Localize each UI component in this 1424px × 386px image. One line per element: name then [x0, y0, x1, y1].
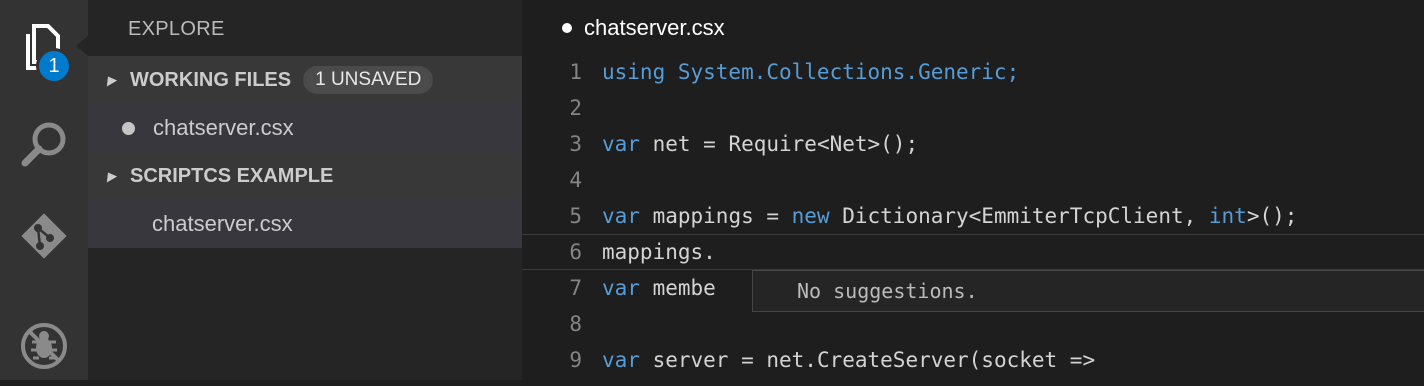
project-file-name: chatserver.csx	[152, 211, 293, 236]
line-text: var net = Require<Net>();	[602, 132, 918, 156]
collapse-triangle-icon	[102, 169, 118, 183]
keyword-token: var	[602, 204, 640, 228]
dirty-dot-icon	[562, 23, 572, 33]
keyword-token: var	[602, 276, 640, 300]
suggest-message: No suggestions.	[797, 279, 978, 303]
code-token: server = net.CreateServer(socket =>	[639, 348, 1096, 372]
line-number: 6	[569, 240, 582, 264]
code-token: Dictionary<EmmiterTcpClient,	[829, 204, 1209, 228]
working-file-item[interactable]: chatserver.csx	[88, 104, 522, 152]
active-indicator	[76, 36, 88, 56]
code-line[interactable]: 3 var net = Require<Net>();	[522, 126, 1424, 162]
editor: chatserver.csx 1 using System.Collections…	[522, 0, 1424, 380]
line-number: 2	[569, 96, 582, 120]
search-button[interactable]	[0, 104, 88, 184]
line-number: 9	[569, 348, 582, 372]
activity-bar: 1	[0, 0, 88, 380]
line-number: 4	[569, 168, 582, 192]
code-token: >();	[1246, 204, 1298, 228]
editor-tab-title: chatserver.csx	[584, 15, 725, 40]
code-line[interactable]: 5 var mappings = new Dictionary<EmmiterTc…	[522, 198, 1424, 234]
keyword-token: new	[791, 204, 830, 228]
code-token: membe	[639, 276, 716, 300]
working-files-header[interactable]: WORKING FILES 1 UNSAVED	[88, 56, 522, 104]
code-line[interactable]: 1 using System.Collections.Generic;	[522, 54, 1424, 90]
line-text: var mappings = new Dictionary<EmmiterTcp…	[602, 204, 1297, 228]
line-number: 5	[569, 204, 582, 228]
code-line[interactable]: 9 var server = net.CreateServer(socket =>	[522, 342, 1424, 378]
explorer-badge: 1	[36, 48, 72, 84]
line-text: var server = net.CreateServer(socket =>	[602, 348, 1095, 372]
keyword-token: int	[1208, 204, 1247, 228]
line-text: var membe	[602, 276, 716, 300]
keyword-token: var	[602, 132, 640, 156]
code-line[interactable]: 4	[522, 162, 1424, 198]
project-header[interactable]: SCRIPTCS EXAMPLE	[88, 152, 522, 200]
line-text: using System.Collections.Generic;	[602, 60, 1019, 84]
code-token: net = Require<Net>();	[639, 132, 919, 156]
collapse-triangle-icon	[102, 73, 118, 87]
suggest-widget: No suggestions.	[752, 270, 1424, 312]
code-token: mappings =	[639, 204, 792, 228]
explorer-sidebar: EXPLORE WORKING FILES 1 UNSAVED chatserv…	[88, 0, 522, 380]
sidebar-title: EXPLORE	[128, 18, 225, 40]
code-line[interactable]: 2	[522, 90, 1424, 126]
unsaved-dot-icon	[122, 121, 135, 135]
line-number: 1	[569, 60, 582, 84]
line-number: 7	[569, 276, 582, 300]
debug-button[interactable]	[0, 306, 88, 386]
code-line[interactable]: 6 mappings.	[522, 234, 1424, 270]
keyword-token: using System.Collections.Generic;	[602, 60, 1020, 84]
editor-tab[interactable]: chatserver.csx	[562, 15, 725, 41]
line-number: 3	[569, 132, 582, 156]
working-file-name: chatserver.csx	[153, 115, 294, 140]
line-number: 8	[569, 312, 582, 336]
project-file-item[interactable]: chatserver.csx	[88, 200, 522, 248]
line-text: mappings.	[602, 240, 716, 264]
keyword-token: var	[602, 348, 640, 372]
search-icon	[21, 122, 66, 167]
git-icon	[21, 213, 67, 259]
code-token: mappings.	[602, 240, 716, 264]
working-files-label: WORKING FILES	[130, 68, 292, 91]
git-button[interactable]	[0, 196, 88, 276]
project-label: SCRIPTCS EXAMPLE	[130, 164, 334, 187]
debug-icon	[21, 323, 67, 369]
unsaved-badge: 1 UNSAVED	[303, 66, 434, 94]
